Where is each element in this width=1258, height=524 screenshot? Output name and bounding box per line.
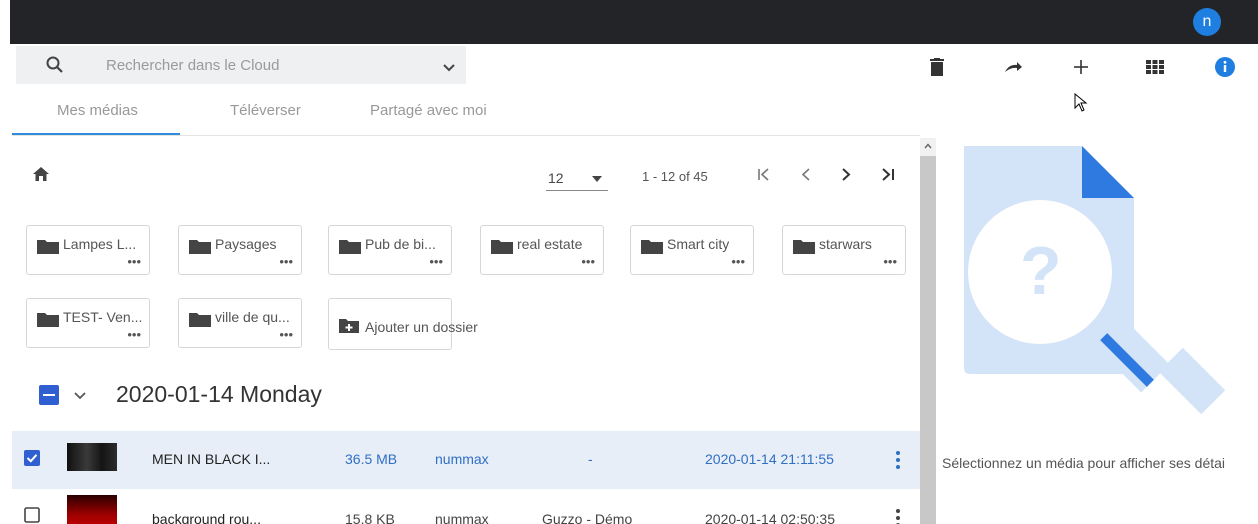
share-icon[interactable] xyxy=(998,52,1028,82)
add-folder-label: Ajouter un dossier xyxy=(365,319,478,335)
thumbnail-image[interactable] xyxy=(67,495,117,524)
folder-card[interactable]: Paysages ••• xyxy=(178,225,302,275)
chevron-down-icon[interactable] xyxy=(442,60,456,78)
thumbnail-image[interactable] xyxy=(67,443,117,471)
folder-card[interactable]: Smart city ••• xyxy=(630,225,754,275)
folder-card[interactable]: starwars ••• xyxy=(782,225,906,275)
svg-text:?: ? xyxy=(1020,233,1062,309)
first-page-icon[interactable] xyxy=(756,164,772,190)
more-options-icon[interactable]: ••• xyxy=(127,327,141,342)
folder-card[interactable]: Lampes L... ••• xyxy=(26,225,150,275)
next-page-icon[interactable] xyxy=(840,164,852,190)
more-options-icon[interactable]: ••• xyxy=(127,254,141,269)
file-size: 15.8 KB xyxy=(345,511,395,524)
table-row[interactable]: MEN IN BLACK I... 36.5 MB nummax - 2020-… xyxy=(12,431,920,489)
grid-view-icon[interactable] xyxy=(1140,52,1170,82)
file-date: 2020-01-14 02:50:35 xyxy=(705,511,835,524)
kebab-menu-icon[interactable] xyxy=(896,451,900,474)
page-range: 1 - 12 of 45 xyxy=(642,169,708,184)
file-owner: nummax xyxy=(435,511,489,524)
scroll-up-icon[interactable] xyxy=(924,141,932,152)
add-folder-button[interactable]: Ajouter un dossier xyxy=(328,298,478,350)
home-icon[interactable] xyxy=(32,166,50,187)
folder-icon xyxy=(641,238,663,259)
chevron-down-icon[interactable] xyxy=(74,388,86,406)
kebab-menu-icon[interactable] xyxy=(896,509,900,524)
more-options-icon[interactable]: ••• xyxy=(581,254,595,269)
folder-card[interactable]: real estate ••• xyxy=(480,225,604,275)
select-underline xyxy=(546,190,608,191)
file-size: 36.5 MB xyxy=(345,451,398,467)
folder-card[interactable]: Pub de bi... ••• xyxy=(328,225,452,275)
delete-icon[interactable] xyxy=(922,52,952,82)
file-project: Guzzo - Démo xyxy=(542,511,633,524)
last-page-icon[interactable] xyxy=(880,164,896,190)
folder-card[interactable]: TEST- Ven... ••• xyxy=(26,298,150,348)
file-name[interactable]: background rou... xyxy=(152,511,261,524)
select-all-checkbox[interactable] xyxy=(39,385,59,405)
more-options-icon[interactable]: ••• xyxy=(279,254,293,269)
tab-bar: Mes médias Téléverser Partagé avec moi xyxy=(12,88,920,136)
table-row[interactable]: background rou... 15.8 KB nummax Guzzo -… xyxy=(12,489,920,524)
left-edge xyxy=(0,0,10,524)
folder-icon xyxy=(37,311,59,332)
top-bar: n xyxy=(0,0,1258,44)
folder-icon xyxy=(37,238,59,259)
folder-name: real estate xyxy=(517,236,583,252)
folder-name: Lampes L... xyxy=(63,236,137,252)
row-checkbox[interactable] xyxy=(24,507,40,523)
no-media-illustration: ? xyxy=(964,146,1226,415)
more-options-icon[interactable]: ••• xyxy=(429,254,443,269)
add-icon[interactable] xyxy=(1066,52,1096,82)
search-placeholder[interactable]: Rechercher dans le Cloud xyxy=(106,57,279,74)
more-options-icon[interactable]: ••• xyxy=(731,254,745,269)
folder-name: TEST- Ven... xyxy=(63,309,143,325)
add-folder-icon xyxy=(339,317,359,338)
folder-name: Smart city xyxy=(667,236,730,252)
file-date: 2020-01-14 21:11:55 xyxy=(705,451,834,467)
mouse-cursor xyxy=(1074,92,1088,118)
folder-name: Pub de bi... xyxy=(365,236,436,252)
file-name[interactable]: MEN IN BLACK I... xyxy=(152,451,270,467)
tab-mes-medias[interactable]: Mes médias xyxy=(57,102,138,119)
file-project: - xyxy=(588,451,593,467)
more-options-icon[interactable]: ••• xyxy=(279,327,293,342)
search-icon[interactable] xyxy=(46,56,64,79)
folder-icon xyxy=(491,238,513,259)
details-empty-text: Sélectionnez un média pour afficher ses … xyxy=(942,455,1226,471)
folder-name: ville de qu... xyxy=(215,309,290,325)
folder-name: Paysages xyxy=(215,236,277,252)
folder-icon xyxy=(189,311,211,332)
folder-name: starwars xyxy=(819,236,872,252)
info-icon[interactable] xyxy=(1210,52,1240,82)
search-bar[interactable]: Rechercher dans le Cloud xyxy=(16,46,466,84)
user-avatar[interactable]: n xyxy=(1193,8,1221,36)
folder-icon xyxy=(339,238,361,259)
date-group-heading: 2020-01-14 Monday xyxy=(116,381,322,407)
prev-page-icon[interactable] xyxy=(800,164,812,190)
folder-icon xyxy=(793,238,815,259)
folder-card[interactable]: ville de qu... ••• xyxy=(178,298,302,348)
file-owner: nummax xyxy=(435,451,489,467)
per-page-select[interactable]: 12 xyxy=(548,170,564,186)
scrollbar-thumb[interactable] xyxy=(920,156,936,524)
active-tab-indicator xyxy=(12,133,180,135)
tab-partage[interactable]: Partagé avec moi xyxy=(370,102,487,119)
tab-televerser[interactable]: Téléverser xyxy=(230,102,301,119)
folder-icon xyxy=(189,238,211,259)
row-checkbox[interactable] xyxy=(24,450,40,466)
caret-down-icon[interactable] xyxy=(592,176,602,182)
more-options-icon[interactable]: ••• xyxy=(883,254,897,269)
